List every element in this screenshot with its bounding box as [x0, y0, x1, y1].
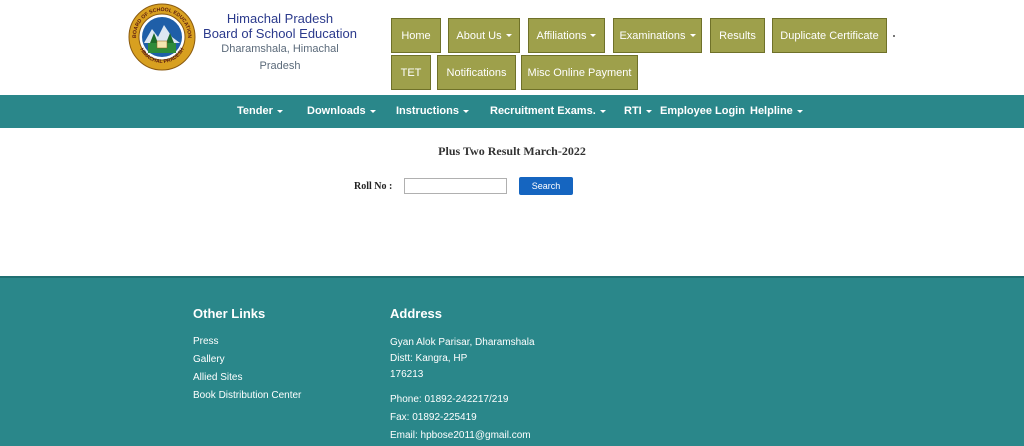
footer-email[interactable]: Email: hpbose2011@gmail.com: [390, 430, 531, 441]
nav-tet-button[interactable]: TET: [391, 55, 431, 90]
chevron-down-icon: [689, 34, 696, 37]
menu-downloads-label: Downloads: [307, 105, 366, 117]
menu-recruitment[interactable]: Recruitment Exams.: [490, 95, 606, 128]
nav-notifications-button[interactable]: Notifications: [437, 55, 516, 90]
secondary-menu-bar: Tender Downloads Instructions Recruitmen…: [0, 95, 1024, 128]
nav-examinations-button[interactable]: Examinations: [613, 18, 702, 53]
site-footer: Other Links Press Gallery Allied Sites B…: [0, 276, 1024, 446]
other-links-title: Other Links: [193, 306, 266, 321]
chevron-down-icon: [599, 109, 606, 113]
chevron-down-icon: [796, 109, 803, 113]
site-header: BOARD OF SCHOOL EDUCATION HIMACHAL PRADE…: [0, 0, 1024, 95]
search-button[interactable]: Search: [519, 177, 573, 195]
roll-number-label: Roll No :: [354, 181, 393, 192]
footer-link-allied-sites[interactable]: Allied Sites: [193, 372, 242, 383]
footer-link-book-distribution[interactable]: Book Distribution Center: [193, 390, 301, 401]
menu-tender-label: Tender: [237, 105, 273, 117]
nav-duplicate-label: Duplicate Certificate: [780, 29, 879, 42]
nav-affiliations-button[interactable]: Affiliations: [528, 18, 605, 53]
nav-tet-label: TET: [400, 66, 422, 79]
footer-phone: Phone: 01892-242217/219: [390, 394, 509, 405]
footer-link-press[interactable]: Press: [193, 336, 219, 347]
menu-employee-login[interactable]: Employee Login: [660, 95, 745, 128]
menu-tender[interactable]: Tender: [237, 95, 283, 128]
footer-link-gallery[interactable]: Gallery: [193, 354, 225, 365]
nav-home-label: Home: [401, 29, 431, 42]
brand-block: Himachal Pradesh Board of School Educati…: [202, 11, 358, 75]
nav-affiliations-label: Affiliations: [536, 29, 587, 42]
chevron-down-icon: [462, 109, 469, 113]
brand-line-2: Board of School Education: [203, 26, 357, 41]
chevron-down-icon: [369, 109, 376, 113]
roll-number-input[interactable]: [404, 178, 507, 194]
address-title: Address: [390, 306, 443, 321]
menu-instructions[interactable]: Instructions: [396, 95, 469, 128]
nav-duplicate-certificate-button[interactable]: Duplicate Certificate: [772, 18, 887, 53]
nav-home-button[interactable]: Home: [391, 18, 441, 53]
brand-line-1: Himachal Pradesh: [226, 11, 334, 26]
chevron-down-icon: [645, 109, 652, 113]
page-title: Plus Two Result March-2022: [438, 144, 586, 158]
menu-employee-label: Employee Login: [660, 105, 745, 117]
address-line-1: Gyan Alok Parisar, Dharamshala: [390, 337, 535, 348]
chevron-down-icon: [276, 109, 283, 113]
hpbose-emblem-icon[interactable]: BOARD OF SCHOOL EDUCATION HIMACHAL PRADE…: [128, 3, 196, 71]
address-line-3: 176213: [390, 369, 424, 380]
nav-results-button[interactable]: Results: [710, 18, 765, 53]
footer-fax: Fax: 01892-225419: [390, 412, 477, 423]
nav-examinations-label: Examinations: [619, 29, 686, 42]
nav-results-label: Results: [719, 29, 756, 42]
brand-line-3: Dharamshala, Himachal Pradesh: [221, 43, 339, 72]
menu-downloads[interactable]: Downloads: [307, 95, 376, 128]
menu-instructions-label: Instructions: [396, 105, 459, 117]
nav-misc-label: Misc Online Payment: [527, 66, 632, 79]
nav-misc-payment-button[interactable]: Misc Online Payment: [521, 55, 638, 90]
nav-about-button[interactable]: About Us: [448, 18, 520, 53]
menu-recruitment-label: Recruitment Exams.: [490, 105, 596, 117]
chevron-down-icon: [505, 34, 512, 37]
chevron-down-icon: [590, 34, 597, 37]
menu-helpline-label: Helpline: [750, 105, 793, 117]
address-line-2: Distt: Kangra, HP: [390, 353, 468, 364]
nav-about-label: About Us: [456, 29, 502, 42]
menu-helpline[interactable]: Helpline: [750, 95, 803, 128]
menu-rti-label: RTI: [624, 105, 642, 117]
decorative-dot: [893, 35, 895, 37]
nav-notifications-label: Notifications: [446, 66, 507, 79]
menu-rti[interactable]: RTI: [624, 95, 652, 128]
